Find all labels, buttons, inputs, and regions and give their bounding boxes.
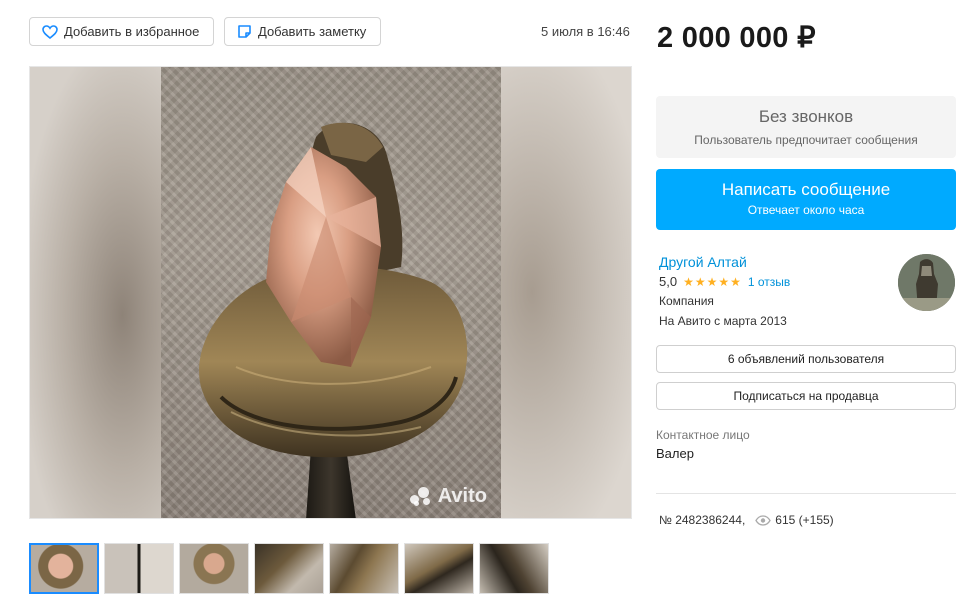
heart-icon bbox=[42, 24, 58, 39]
thumbnail[interactable] bbox=[254, 543, 324, 594]
add-note-label: Добавить заметку bbox=[258, 24, 367, 39]
listing-date: 5 июля в 16:46 bbox=[541, 24, 630, 39]
avito-watermark: Avito bbox=[409, 485, 487, 508]
seller-type: Компания bbox=[659, 294, 714, 308]
add-to-favorites-button[interactable]: Добавить в избранное bbox=[29, 17, 214, 46]
contact-person-label: Контактное лицо bbox=[656, 428, 750, 442]
avito-watermark-text: Avito bbox=[437, 485, 487, 507]
photo-blur-right bbox=[499, 67, 631, 518]
seller-info: Другой Алтай 5,0 ★★★★★ 1 отзыв Компания … bbox=[659, 254, 790, 328]
thumbnail[interactable] bbox=[104, 543, 174, 594]
no-calls-title: Без звонков bbox=[758, 107, 854, 126]
photo-drawing bbox=[199, 122, 468, 518]
divider bbox=[656, 493, 956, 494]
thumbnail[interactable] bbox=[179, 543, 249, 594]
seller-rating: 5,0 ★★★★★ 1 отзыв bbox=[659, 274, 790, 289]
seller-since: На Авито с марта 2013 bbox=[659, 314, 787, 328]
write-message-button[interactable]: Написать сообщение Отвечает около часа bbox=[656, 169, 956, 230]
listing-meta: № 2482386244, 615 (+155) bbox=[659, 513, 834, 527]
response-time-label: Отвечает около часа bbox=[747, 203, 865, 217]
listing-number: № 2482386244, bbox=[659, 513, 746, 527]
photo-image bbox=[161, 67, 501, 518]
seller-name-link[interactable]: Другой Алтай bbox=[659, 254, 790, 270]
thumbnail-strip bbox=[29, 543, 549, 594]
views-count: 615 (+155) bbox=[775, 513, 834, 527]
rating-value: 5,0 bbox=[659, 274, 678, 289]
avito-logo-icon bbox=[409, 486, 434, 507]
avatar-image bbox=[898, 254, 955, 311]
reviews-link[interactable]: 1 отзыв bbox=[748, 275, 790, 289]
contact-person-name: Валер bbox=[656, 446, 694, 461]
write-message-label: Написать сообщение bbox=[721, 180, 891, 199]
no-calls-subtitle: Пользователь предпочитает сообщения bbox=[694, 133, 918, 147]
eye-icon bbox=[755, 514, 772, 526]
photo-blur-left bbox=[30, 67, 162, 518]
add-note-button[interactable]: Добавить заметку bbox=[224, 17, 381, 46]
thumbnail[interactable] bbox=[404, 543, 474, 594]
thumbnail[interactable] bbox=[29, 543, 99, 594]
no-calls-notice: Без звонков Пользователь предпочитает со… bbox=[656, 96, 956, 158]
price: 2 000 000 ₽ bbox=[657, 22, 816, 54]
subscribe-seller-button[interactable]: Подписаться на продавца bbox=[656, 382, 956, 410]
add-to-favorites-label: Добавить в избранное bbox=[64, 24, 200, 39]
thumbnail[interactable] bbox=[479, 543, 549, 594]
note-icon bbox=[238, 25, 251, 38]
thumbnail[interactable] bbox=[329, 543, 399, 594]
seller-avatar[interactable] bbox=[898, 254, 955, 311]
rating-stars-icon: ★★★★★ bbox=[683, 274, 742, 289]
seller-ads-button[interactable]: 6 объявлений пользователя bbox=[656, 345, 956, 373]
main-photo[interactable]: Avito bbox=[29, 66, 632, 519]
